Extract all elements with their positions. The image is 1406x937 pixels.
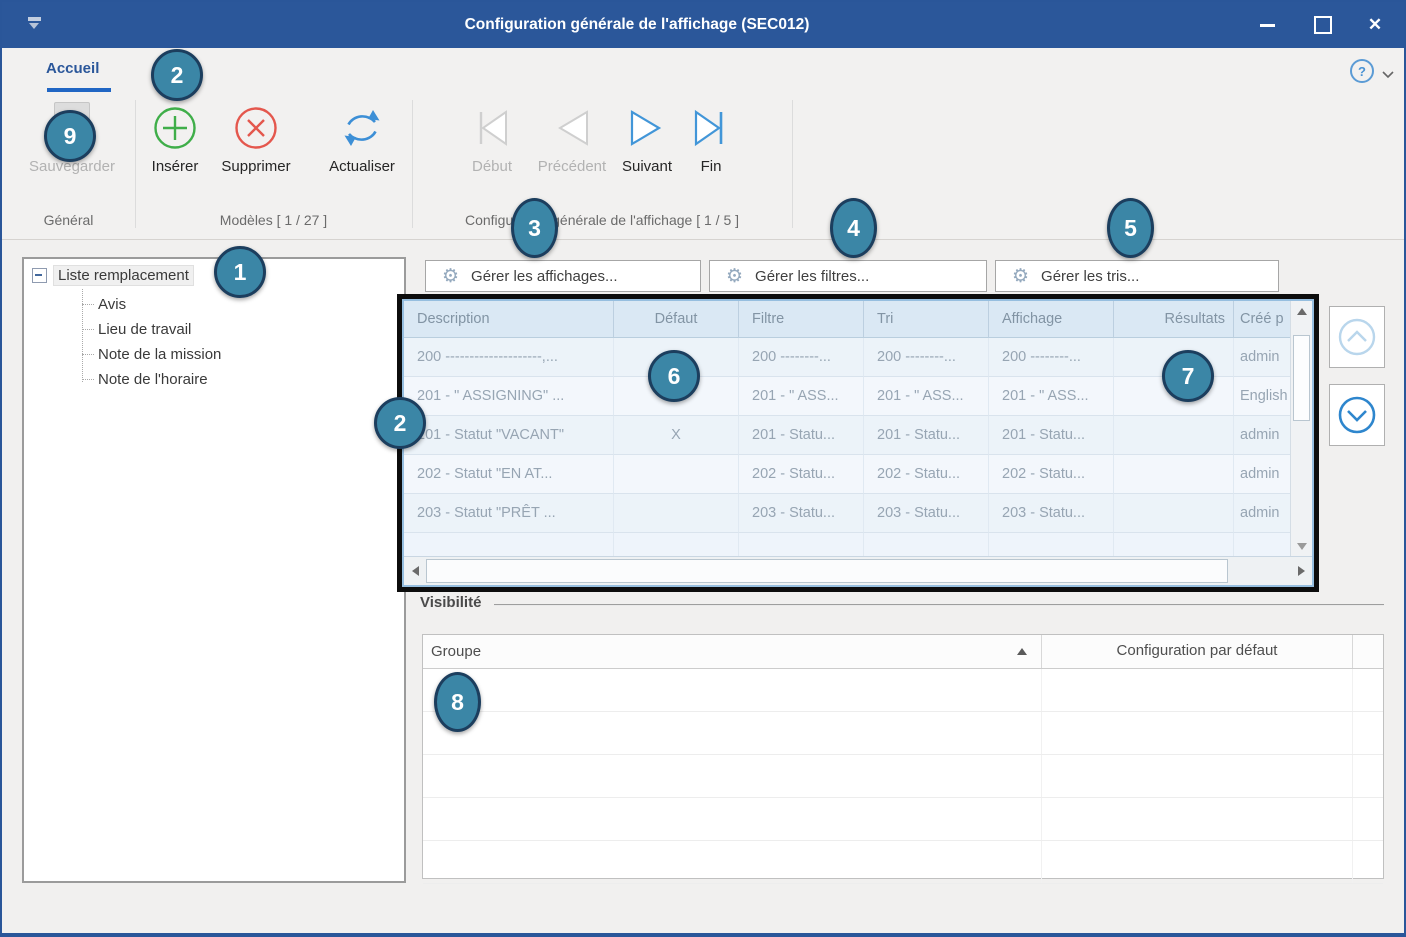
annotation-badge-4: 4 <box>830 198 877 258</box>
annotation-badge-2b: 2 <box>374 397 426 449</box>
app-window: Configuration générale de l'affichage (S… <box>0 0 1406 937</box>
visibility-empty-row <box>423 798 1383 841</box>
window-title: Configuration générale de l'affichage (S… <box>2 2 1272 48</box>
tree-root-label: Liste remplacement <box>53 265 194 286</box>
table-row[interactable]: 203 - Statut "PRÊT ... 203 - Statu... 20… <box>404 494 1290 533</box>
tree-panel: Liste remplacement Avis Lieu de travail … <box>22 257 406 883</box>
close-button[interactable]: ✕ <box>1352 2 1398 48</box>
col-header-resultats[interactable]: Résultats <box>1114 301 1234 338</box>
group-label-configuration: Configuration générale de l'affichage [ … <box>412 208 792 232</box>
group-label-general: Général <box>2 208 135 232</box>
visibility-empty-row <box>423 669 1383 712</box>
gear-icon: ⚙ <box>1012 265 1029 287</box>
last-button[interactable]: Fin <box>682 100 740 175</box>
sort-ascending-icon <box>1017 648 1027 655</box>
tree-root-item[interactable]: Liste remplacement <box>32 265 194 286</box>
first-icon <box>454 100 530 156</box>
visibility-divider <box>494 604 1384 606</box>
next-button[interactable]: Suivant <box>612 100 682 175</box>
maximize-button[interactable] <box>1300 2 1346 48</box>
last-icon <box>682 100 740 156</box>
previous-button[interactable]: Précédent <box>530 100 614 175</box>
annotation-badge-6: 6 <box>648 350 700 402</box>
scroll-right-icon[interactable] <box>1290 557 1312 585</box>
group-label-modeles: Modèles [ 1 / 27 ] <box>135 208 412 232</box>
delete-icon <box>210 100 302 156</box>
col-header-defaut[interactable]: Défaut <box>614 301 739 338</box>
scroll-up-icon[interactable] <box>1291 301 1312 321</box>
table-empty-area <box>404 533 1290 556</box>
visibility-table: Groupe Configuration par défaut <box>422 634 1384 879</box>
visibility-section-label: Visibilité <box>420 594 481 611</box>
maximize-icon <box>1314 16 1332 34</box>
circle-up-icon <box>1335 315 1379 359</box>
annotation-badge-2: 2 <box>151 49 203 101</box>
previous-icon <box>530 100 614 156</box>
next-icon <box>612 100 682 156</box>
annotation-badge-1: 1 <box>214 246 266 298</box>
refresh-icon <box>314 100 410 156</box>
tree-item-avis[interactable]: Avis <box>82 292 126 317</box>
ribbon: Accueil ? Sauvegarder Insérer Supprimer <box>2 48 1404 240</box>
tree-item-lieu-de-travail[interactable]: Lieu de travail <box>82 317 191 342</box>
manage-views-button[interactable]: ⚙ Gérer les affichages... <box>425 260 701 292</box>
refresh-button[interactable]: Actualiser <box>314 100 410 175</box>
ribbon-collapse-icon[interactable] <box>1382 66 1394 84</box>
manage-filters-button[interactable]: ⚙ Gérer les filtres... <box>709 260 987 292</box>
content-area: Liste remplacement Avis Lieu de travail … <box>2 240 1404 933</box>
circle-down-icon <box>1335 393 1379 437</box>
visibility-empty-row <box>423 755 1383 798</box>
annotation-badge-5: 5 <box>1107 198 1154 258</box>
configurations-table-highlight: Description Défaut Filtre Tri Affichage … <box>397 294 1319 592</box>
tab-accueil[interactable]: Accueil <box>46 60 99 77</box>
group-separator <box>792 100 793 228</box>
move-up-button[interactable] <box>1329 306 1385 368</box>
configurations-table: Description Défaut Filtre Tri Affichage … <box>402 299 1314 587</box>
scroll-left-icon[interactable] <box>404 557 426 585</box>
col-header-configuration-par-defaut[interactable]: Configuration par défaut <box>1042 635 1353 668</box>
vertical-scroll-thumb[interactable] <box>1293 335 1310 421</box>
tab-underline <box>47 88 111 92</box>
tree-item-note-horaire[interactable]: Note de l'horaire <box>82 367 208 392</box>
annotation-badge-3: 3 <box>511 198 558 258</box>
close-icon: ✕ <box>1368 15 1382 35</box>
col-header-groupe[interactable]: Groupe <box>423 635 1042 668</box>
help-icon[interactable]: ? <box>1350 59 1374 83</box>
vertical-scrollbar[interactable] <box>1290 301 1312 556</box>
annotation-badge-7: 7 <box>1162 350 1214 402</box>
col-header-cree-par[interactable]: Créé p <box>1234 301 1290 338</box>
title-bar: Configuration générale de l'affichage (S… <box>2 2 1404 48</box>
table-row[interactable]: 201 - " ASSIGNING" ... 201 - " ASS... 20… <box>404 377 1290 416</box>
minimize-icon <box>1260 24 1275 27</box>
table-row[interactable]: 202 - Statut "EN AT... 202 - Statu... 20… <box>404 455 1290 494</box>
col-header-extra <box>1353 635 1383 668</box>
first-button[interactable]: Début <box>454 100 530 175</box>
horizontal-scroll-thumb[interactable] <box>426 559 1228 583</box>
col-header-tri[interactable]: Tri <box>864 301 989 338</box>
insert-icon <box>140 100 210 156</box>
scroll-down-icon[interactable] <box>1291 536 1312 556</box>
tree-item-note-mission[interactable]: Note de la mission <box>82 342 221 367</box>
move-down-button[interactable] <box>1329 384 1385 446</box>
insert-button[interactable]: Insérer <box>140 100 210 175</box>
table-header-row: Description Défaut Filtre Tri Affichage … <box>404 301 1290 338</box>
annotation-badge-9: 9 <box>44 110 96 162</box>
tree-collapse-icon[interactable] <box>32 268 47 283</box>
col-header-affichage[interactable]: Affichage <box>989 301 1114 338</box>
delete-button[interactable]: Supprimer <box>210 100 302 175</box>
gear-icon: ⚙ <box>726 265 743 287</box>
table-row[interactable]: 200 --------------------,... 200 -------… <box>404 338 1290 377</box>
table-row[interactable]: 201 - Statut "VACANT" X 201 - Statu... 2… <box>404 416 1290 455</box>
col-header-filtre[interactable]: Filtre <box>739 301 864 338</box>
horizontal-scrollbar[interactable] <box>404 556 1312 585</box>
visibility-empty-row <box>423 841 1383 884</box>
annotation-badge-8: 8 <box>434 672 481 732</box>
gear-icon: ⚙ <box>442 265 459 287</box>
col-header-description[interactable]: Description <box>404 301 614 338</box>
visibility-header-row: Groupe Configuration par défaut <box>423 635 1383 669</box>
visibility-empty-row <box>423 712 1383 755</box>
minimize-button[interactable] <box>1244 2 1290 48</box>
manage-sorts-button[interactable]: ⚙ Gérer les tris... <box>995 260 1279 292</box>
